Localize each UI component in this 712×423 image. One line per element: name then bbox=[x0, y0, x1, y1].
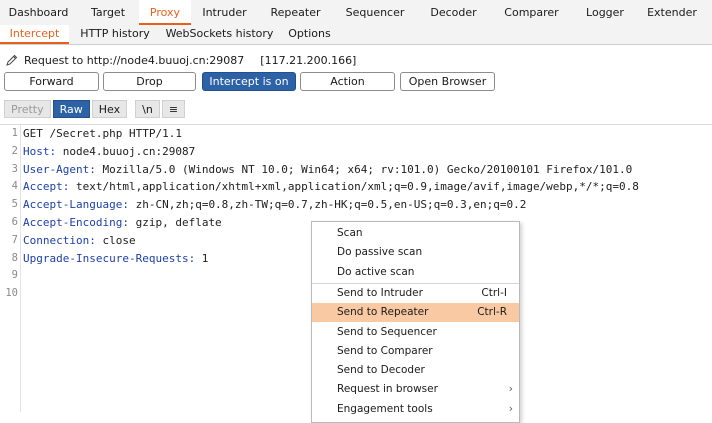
chevron-right-icon: › bbox=[508, 402, 513, 415]
header-name: Host: bbox=[23, 144, 57, 158]
pencil-icon bbox=[6, 54, 18, 66]
line-number: 4 bbox=[11, 180, 18, 193]
menu-item-label: Send to Intruder bbox=[337, 286, 423, 299]
header-name: Accept: bbox=[23, 180, 70, 194]
menu-item-shortcut: Ctrl-I bbox=[481, 286, 507, 299]
request-line: Accept-Encoding: gzip, deflate bbox=[23, 216, 222, 229]
header-value: gzip, deflate bbox=[128, 216, 222, 229]
header-value: zh-CN,zh;q=0.8,zh-TW;q=0.7,zh-HK;q=0.5,e… bbox=[128, 198, 527, 212]
header-value: 1 bbox=[195, 251, 209, 265]
request-info: Request to http://node4.buuoj.cn:29087 [… bbox=[6, 52, 356, 68]
menu-item-shortcut: Ctrl-R bbox=[477, 306, 507, 319]
header-name: Upgrade-Insecure-Requests: bbox=[23, 251, 196, 265]
intercept-toggle-button[interactable]: Intercept is on bbox=[202, 72, 296, 91]
main-tab-sequencer[interactable]: Sequencer bbox=[333, 0, 417, 25]
header-value: GET /Secret.php HTTP/1.1 bbox=[23, 127, 182, 140]
menu-item-scan[interactable]: Scan bbox=[312, 224, 519, 243]
header-value: Mozilla/5.0 (Windows NT 10.0; Win64; x64… bbox=[95, 162, 633, 176]
line-number: 8 bbox=[11, 251, 18, 264]
proxy-sub-tab-bar: Intercept HTTP history WebSockets history O… bbox=[0, 25, 712, 45]
menu-item-do-passive-scan[interactable]: Do passive scan bbox=[312, 243, 519, 262]
menu-item-label: Request in browser bbox=[337, 383, 438, 396]
header-name: Connection: bbox=[23, 233, 96, 247]
main-tab-proxy[interactable]: Proxy bbox=[139, 0, 191, 25]
request-target: Request to http://node4.buuoj.cn:29087 bbox=[24, 53, 245, 67]
menu-item-label: Scan bbox=[337, 227, 363, 239]
main-tab-decoder[interactable]: Decoder bbox=[417, 0, 490, 25]
pretty-view-button[interactable]: Pretty bbox=[4, 100, 51, 118]
request-line: Connection: close bbox=[23, 234, 136, 247]
line-number: 7 bbox=[11, 233, 18, 246]
main-tab-dashboard[interactable]: Dashboard bbox=[0, 0, 77, 25]
request-line: GET /Secret.php HTTP/1.1 bbox=[23, 127, 182, 140]
request-ip: [117.21.200.166] bbox=[260, 53, 357, 67]
request-line: Accept-Language: zh-CN,zh;q=0.8,zh-TW;q=… bbox=[23, 198, 526, 211]
sub-tab-options[interactable]: Options bbox=[278, 25, 341, 44]
main-tab-repeater[interactable]: Repeater bbox=[258, 0, 333, 25]
open-browser-button[interactable]: Open Browser bbox=[400, 72, 495, 91]
menu-item-label: Send to Repeater bbox=[337, 306, 429, 319]
main-tab-intruder[interactable]: Intruder bbox=[191, 0, 258, 25]
menu-item-send-to-repeater[interactable]: Send to Repeater Ctrl-R bbox=[312, 303, 519, 323]
hex-view-button[interactable]: Hex bbox=[91, 100, 128, 118]
menu-item-send-to-decoder[interactable]: Send to Decoder bbox=[312, 361, 519, 380]
action-button[interactable]: Action bbox=[300, 72, 395, 91]
line-number: 10 bbox=[5, 287, 18, 300]
forward-button[interactable]: Forward bbox=[4, 72, 99, 91]
header-value: text/html,application/xhtml+xml,applicat… bbox=[69, 180, 639, 194]
request-line: Upgrade-Insecure-Requests: 1 bbox=[23, 252, 208, 265]
main-tab-comparer[interactable]: Comparer bbox=[490, 0, 573, 25]
header-value: close bbox=[95, 233, 136, 247]
context-menu: Scan Do passive scan Do active scan Send to… bbox=[311, 221, 520, 423]
line-number: 9 bbox=[11, 269, 18, 282]
line-number: 2 bbox=[11, 144, 18, 157]
show-newlines-button[interactable]: \n bbox=[135, 100, 160, 118]
main-tab-extender[interactable]: Extender bbox=[637, 0, 707, 25]
header-name: User-Agent: bbox=[23, 162, 96, 176]
drop-button[interactable]: Drop bbox=[103, 72, 196, 91]
line-number: 3 bbox=[11, 162, 18, 175]
menu-item-label: Engagement tools bbox=[337, 402, 433, 415]
menu-item-label: Do passive scan bbox=[337, 246, 423, 259]
menu-item-send-to-comparer[interactable]: Send to Comparer bbox=[312, 342, 519, 361]
menu-item-label: Do active scan bbox=[337, 265, 415, 278]
main-tab-bar: Dashboard Target Proxy Intruder Repeater Sequ… bbox=[0, 0, 712, 26]
main-tab-proj[interactable]: Proj bbox=[707, 0, 712, 25]
main-tab-logger[interactable]: Logger bbox=[573, 0, 637, 25]
request-line: User-Agent: Mozilla/5.0 (Windows NT 10.0… bbox=[23, 163, 632, 176]
menu-item-engagement-tools[interactable]: Engagement tools › bbox=[312, 400, 519, 419]
menu-item-do-active-scan[interactable]: Do active scan bbox=[312, 263, 519, 282]
main-tab-target[interactable]: Target bbox=[77, 0, 139, 25]
line-number: 6 bbox=[11, 216, 18, 228]
line-number: 1 bbox=[11, 127, 18, 139]
sub-tab-http-history[interactable]: HTTP history bbox=[69, 25, 161, 44]
menu-item-label: Send to Decoder bbox=[337, 364, 425, 377]
editor-menu-button[interactable]: ≡ bbox=[161, 100, 186, 118]
header-name: Accept-Language: bbox=[23, 198, 129, 212]
line-number: 5 bbox=[11, 198, 18, 211]
sub-tab-websockets-history[interactable]: WebSockets history bbox=[161, 25, 278, 44]
header-name: Accept-Encoding: bbox=[23, 216, 129, 229]
chevron-right-icon: › bbox=[508, 383, 513, 396]
request-line: Host: node4.buuoj.cn:29087 bbox=[23, 145, 195, 158]
request-line: Accept: text/html,application/xhtml+xml,… bbox=[23, 180, 639, 193]
message-view-toolbar: Pretty Raw Hex \n ≡ bbox=[4, 100, 187, 118]
raw-view-button[interactable]: Raw bbox=[52, 100, 90, 118]
header-value: node4.buuoj.cn:29087 bbox=[56, 144, 196, 158]
menu-item-send-to-intruder[interactable]: Send to Intruder Ctrl-I bbox=[312, 284, 519, 303]
menu-item-label: Send to Sequencer bbox=[337, 325, 437, 338]
line-number-gutter: 1 2 3 4 5 6 7 8 9 10 bbox=[0, 125, 21, 412]
menu-item-send-to-sequencer[interactable]: Send to Sequencer bbox=[312, 323, 519, 342]
menu-item-request-in-browser[interactable]: Request in browser › bbox=[312, 380, 519, 399]
menu-item-label: Send to Comparer bbox=[337, 344, 433, 357]
sub-tab-intercept[interactable]: Intercept bbox=[0, 25, 69, 44]
